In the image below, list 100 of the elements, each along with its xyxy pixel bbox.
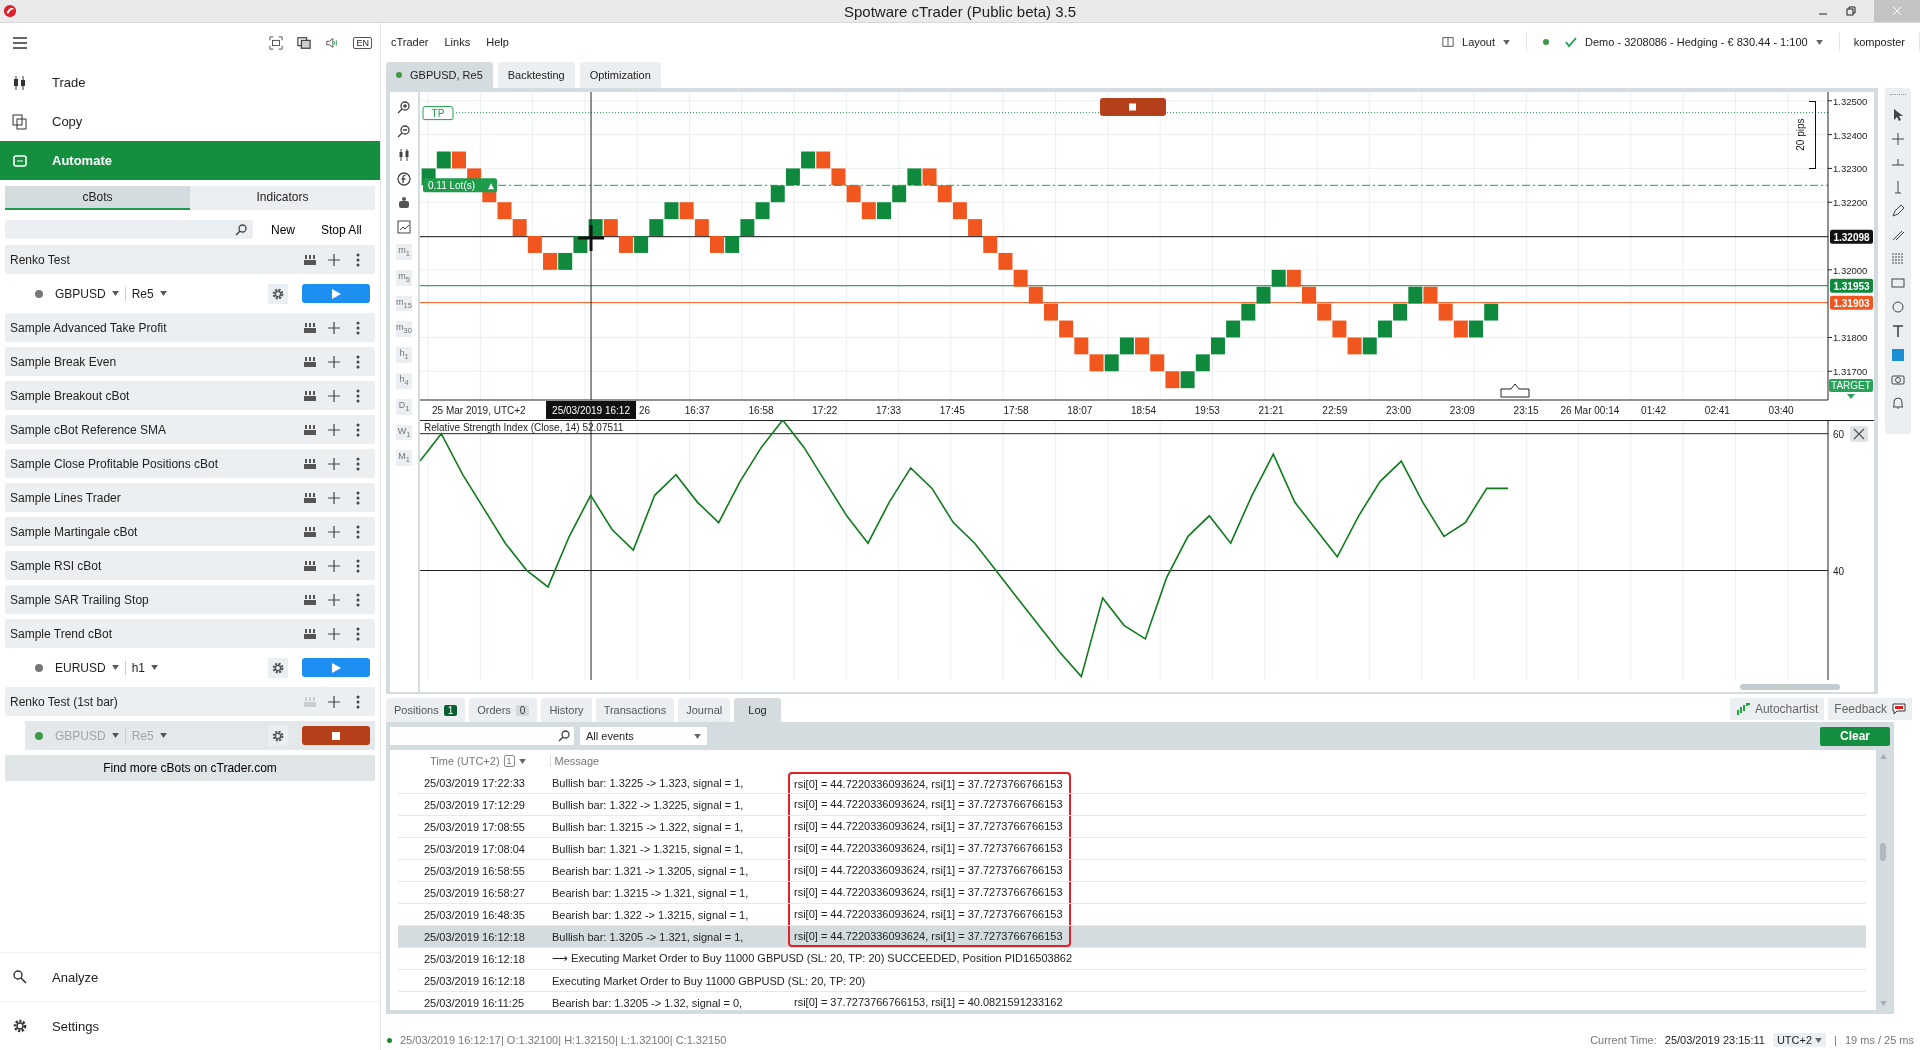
circle-icon[interactable] bbox=[1891, 300, 1905, 314]
lot-size-tag[interactable]: 0.11 Lot(s) bbox=[423, 178, 497, 193]
bot-row[interactable]: Sample SAR Trailing Stop bbox=[5, 585, 375, 614]
speaker-icon[interactable] bbox=[325, 36, 340, 50]
instance-row[interactable]: GBPUSD Re5 bbox=[5, 279, 375, 308]
vertical-scrollbar[interactable] bbox=[1880, 843, 1886, 861]
brush-icon[interactable] bbox=[1891, 228, 1905, 242]
square-icon[interactable] bbox=[1891, 348, 1905, 362]
timeframe-button[interactable]: M$_{1}$ bbox=[396, 450, 412, 467]
backtest-icon[interactable] bbox=[303, 388, 317, 403]
action-button[interactable]: Stop All bbox=[313, 220, 370, 239]
account-dropdown[interactable]: Demo - 3208086 - Hedging - € 830.44 - 1:100 bbox=[1527, 36, 1839, 48]
language-button[interactable]: EN bbox=[353, 37, 372, 49]
start-button[interactable] bbox=[302, 284, 370, 303]
nav-item[interactable]: Trade bbox=[0, 63, 380, 102]
add-icon[interactable] bbox=[327, 354, 341, 369]
panel-tab[interactable]: Log bbox=[734, 698, 781, 722]
bot-row[interactable]: Renko Test bbox=[5, 245, 375, 274]
bot-row[interactable]: Sample Lines Trader bbox=[5, 483, 375, 512]
sort-icon[interactable] bbox=[518, 758, 526, 764]
backtest-icon[interactable] bbox=[303, 592, 317, 607]
add-icon[interactable] bbox=[327, 422, 341, 437]
zoom-out-icon[interactable] bbox=[397, 124, 411, 138]
cross-icon[interactable] bbox=[1891, 132, 1905, 146]
restore-icon[interactable] bbox=[1846, 6, 1856, 16]
bot-row[interactable]: Sample cBot Reference SMA bbox=[5, 415, 375, 444]
panel-tab[interactable]: Orders 0 bbox=[469, 698, 538, 722]
camera-icon[interactable] bbox=[1891, 372, 1905, 386]
panel-tab[interactable]: History bbox=[541, 698, 592, 722]
symbol-dropdown[interactable]: EURUSD bbox=[55, 660, 106, 675]
bot-row[interactable]: Sample Break Even bbox=[5, 347, 375, 376]
add-icon[interactable] bbox=[327, 558, 341, 573]
backtest-icon[interactable] bbox=[303, 490, 317, 505]
backtest-icon[interactable] bbox=[303, 320, 317, 335]
menu-item[interactable]: Links bbox=[436, 36, 479, 48]
subtab[interactable]: cBots bbox=[5, 186, 190, 210]
start-button[interactable] bbox=[302, 658, 370, 677]
log-row[interactable]: 25/03/2019 17:08:04 Bullish bar: 1.321 -> 1.3215, signal = 1, rsi[0] = 44.7220336093624, rsi[1] = 37.7273766766153 bbox=[398, 838, 1866, 860]
bot-row[interactable]: Sample Breakout cBot bbox=[5, 381, 375, 410]
pencil-icon[interactable] bbox=[1891, 204, 1905, 218]
cursor-icon[interactable] bbox=[1891, 108, 1905, 122]
log-row[interactable]: 25/03/2019 16:11:25 Bearish bar: 1.3205 -> 1.32, signal = 0, rsi[0] = 37.7273766766153, rsi[1] = 40.0821591233162 bbox=[398, 992, 1866, 1010]
chart-tab[interactable]: Backtesting bbox=[497, 62, 575, 88]
user-name[interactable]: komposter bbox=[1839, 36, 1919, 48]
bot-row[interactable]: Sample Close Profitable Positions cBot bbox=[5, 449, 375, 478]
template-icon[interactable] bbox=[397, 220, 411, 234]
log-row[interactable]: 25/03/2019 17:12:29 Bullish bar: 1.322 -> 1.3225, signal = 1, rsi[0] = 44.7220336093624, rsi[1] = 37.7273766766153 bbox=[398, 794, 1866, 816]
log-row[interactable]: 25/03/2019 17:08:55 Bullish bar: 1.3215 -> 1.322, signal = 1, rsi[0] = 44.7220336093624, rsi[1] = 37.7273766766153 bbox=[398, 816, 1866, 838]
panel-tab[interactable]: Positions 1 bbox=[386, 698, 466, 722]
menu-icon[interactable] bbox=[12, 35, 28, 51]
function-icon[interactable] bbox=[397, 172, 411, 186]
add-icon[interactable] bbox=[327, 694, 341, 709]
bot-row[interactable]: Sample RSI cBot bbox=[5, 551, 375, 580]
close-icon[interactable] bbox=[1850, 426, 1868, 442]
panel-tab[interactable]: Transactions bbox=[595, 698, 675, 722]
rect-icon[interactable] bbox=[1891, 276, 1905, 290]
order-line[interactable] bbox=[497, 184, 1829, 186]
column-header[interactable]: Message bbox=[549, 755, 600, 767]
timeframe-button[interactable]: D$_{1}$ bbox=[396, 398, 412, 415]
log-row[interactable]: 25/03/2019 17:22:33 Bullish bar: 1.3225 -> 1.323, signal = 1, rsi[0] = 44.7220336093624, rsi[1] = 37.7273766766153 bbox=[398, 772, 1866, 794]
backtest-icon[interactable] bbox=[303, 252, 317, 267]
timeframe-button[interactable]: m$_{5}$ bbox=[396, 269, 412, 286]
text-icon[interactable] bbox=[1891, 324, 1905, 338]
add-icon[interactable] bbox=[327, 320, 341, 335]
windows-icon[interactable] bbox=[297, 36, 312, 50]
timeframe-dropdown[interactable]: Re5 bbox=[131, 286, 154, 301]
timeframe-dropdown[interactable]: h1 bbox=[131, 660, 146, 675]
add-icon[interactable] bbox=[327, 252, 341, 267]
settings-button[interactable] bbox=[268, 725, 288, 746]
timeframe-button[interactable]: m$_{1}$ bbox=[396, 244, 412, 260]
add-icon[interactable] bbox=[327, 524, 341, 539]
bot-row[interactable]: Sample Trend cBot bbox=[5, 619, 375, 648]
backtest-icon[interactable] bbox=[303, 524, 317, 539]
settings-button[interactable] bbox=[268, 283, 288, 304]
action-button[interactable]: New bbox=[263, 220, 303, 239]
menu-item[interactable]: Help bbox=[478, 36, 517, 48]
layout-button[interactable]: Layout bbox=[1426, 36, 1527, 48]
bot-row[interactable]: Renko Test (1st bar) bbox=[5, 687, 375, 716]
nav-item[interactable]: Automate bbox=[0, 141, 380, 180]
instance-row[interactable]: EURUSD h1 bbox=[5, 653, 375, 682]
stop-bot-button[interactable] bbox=[1100, 98, 1166, 116]
chart-tab[interactable]: GBPUSD, Re5 bbox=[386, 62, 493, 88]
take-profit-tag[interactable]: TP bbox=[422, 106, 454, 121]
feedback-button[interactable]: Feedback bbox=[1828, 698, 1912, 720]
log-row[interactable]: 25/03/2019 16:58:55 Bearish bar: 1.321 -> 1.3205, signal = 1, rsi[0] = 44.7220336093624, rsi[1] = 37.7273766766153 bbox=[398, 860, 1866, 882]
log-row[interactable]: 25/03/2019 16:58:27 Bearish bar: 1.3215 -> 1.321, signal = 1, rsi[0] = 44.7220336093624, rsi[1] = 37.7273766766153 bbox=[398, 882, 1866, 904]
add-icon[interactable] bbox=[327, 626, 341, 641]
add-icon[interactable] bbox=[327, 490, 341, 505]
autochartist-button[interactable]: Autochartist bbox=[1729, 698, 1825, 720]
add-icon[interactable] bbox=[327, 388, 341, 403]
zoom-in-icon[interactable] bbox=[397, 100, 411, 114]
event-filter-dropdown[interactable]: All events bbox=[580, 727, 707, 745]
search-field[interactable] bbox=[5, 220, 253, 239]
add-icon[interactable] bbox=[327, 456, 341, 471]
timeframe-button[interactable]: m$_{15}$ bbox=[396, 295, 412, 312]
search-field[interactable] bbox=[390, 727, 574, 745]
clear-button[interactable]: Clear bbox=[1820, 726, 1890, 746]
fullscreen-icon[interactable] bbox=[269, 36, 284, 50]
add-icon[interactable] bbox=[327, 592, 341, 607]
settings-button[interactable] bbox=[268, 657, 288, 678]
